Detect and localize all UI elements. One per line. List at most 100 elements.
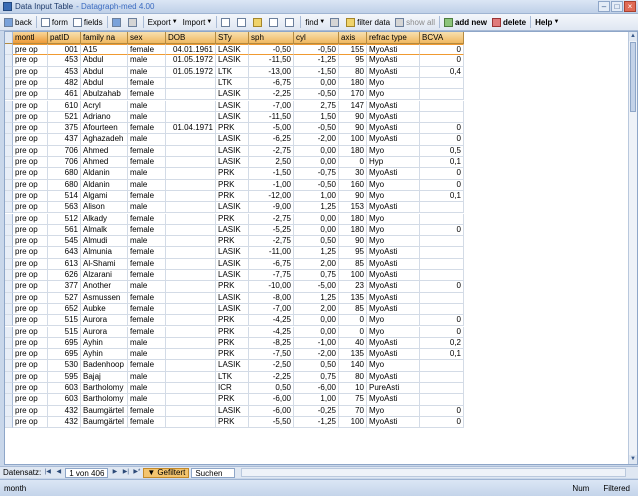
row-selector[interactable] [5,349,13,361]
table-cell[interactable]: Aubke [81,303,128,316]
table-cell[interactable]: 706 [48,157,81,169]
table-cell[interactable]: 0 [420,281,464,293]
filter-selection-button[interactable] [328,15,343,29]
table-cell[interactable]: 0,75 [294,270,339,282]
table-cell[interactable]: pre op [13,303,48,316]
table-cell[interactable]: 2,00 [294,258,339,270]
table-cell[interactable]: 0 [420,326,464,338]
table-cell[interactable]: male [128,383,166,395]
row-selector[interactable] [5,247,13,259]
record-position[interactable]: 1 von 406 [65,467,109,478]
table-cell[interactable]: 0,50 [294,360,339,372]
table-cell[interactable]: Myo [367,326,420,338]
table-cell[interactable] [166,258,216,270]
table-cell[interactable]: female [128,77,166,90]
table-cell[interactable]: 100 [339,416,367,429]
table-cell[interactable]: 603 [48,383,81,395]
table-cell[interactable]: -6,75 [249,258,294,270]
row-selector[interactable] [5,134,13,146]
column-header[interactable]: sph [249,32,294,44]
table-cell[interactable]: Myo [367,315,420,327]
table-cell[interactable]: -2,75 [249,236,294,248]
save-button[interactable] [110,15,125,29]
table-cell[interactable]: pre op [13,270,48,282]
table-cell[interactable] [166,337,216,350]
filter-status-button[interactable]: ▼ Gefiltert [143,467,190,478]
table-cell[interactable]: Almalk [81,224,128,237]
select-all-corner[interactable] [5,32,13,44]
add-new-button[interactable]: add new [442,15,489,29]
column-header[interactable]: axis [339,32,367,44]
table-cell[interactable] [166,202,216,214]
import-menu[interactable]: Import ▼ [181,15,215,29]
close-button[interactable]: × [624,1,636,12]
table-cell[interactable]: 160 [339,179,367,191]
column-header[interactable]: patID [48,32,81,44]
table-cell[interactable]: Aghazadeh [81,134,128,146]
table-cell[interactable]: female [128,145,166,157]
table-cell[interactable]: 0,50 [249,383,294,395]
table-cell[interactable]: -12,00 [249,190,294,203]
table-cell[interactable]: 0,00 [294,224,339,237]
table-cell[interactable] [166,190,216,203]
table-cell[interactable]: Adriano [81,111,128,124]
table-cell[interactable]: Al-Shami [81,258,128,270]
table-cell[interactable]: -0,25 [294,405,339,417]
table-cell[interactable]: 1,25 [294,202,339,214]
table-cell[interactable]: -1,25 [294,55,339,67]
new-record-icon[interactable]: ▶* [132,468,141,477]
row-selector[interactable] [5,100,13,112]
table-cell[interactable]: pre op [13,394,48,406]
table-cell[interactable]: 2,50 [249,157,294,169]
table-cell[interactable]: 0,1 [420,157,464,169]
row-selector[interactable] [5,360,13,372]
table-cell[interactable]: 01.05.1972 [166,55,216,67]
table-cell[interactable]: 0 [420,405,464,417]
table-cell[interactable]: pre op [13,145,48,157]
table-cell[interactable] [420,236,464,248]
table-cell[interactable]: pre op [13,247,48,259]
table-cell[interactable]: 0 [339,315,367,327]
table-cell[interactable]: female [128,123,166,135]
table-cell[interactable]: pre op [13,258,48,270]
table-cell[interactable]: Aldanin [81,179,128,191]
row-selector[interactable] [5,168,13,180]
table-cell[interactable]: Myo [367,190,420,203]
table-cell[interactable] [166,349,216,361]
table-cell[interactable]: Aurora [81,315,128,327]
row-selector[interactable] [5,416,13,429]
table-cell[interactable]: 1,25 [294,247,339,259]
table-cell[interactable]: 95 [339,247,367,259]
row-selector[interactable] [5,371,13,383]
table-cell[interactable]: 85 [339,303,367,316]
column-header[interactable]: family na [81,32,128,44]
next-record-icon[interactable]: ▶ [110,468,119,477]
table-cell[interactable]: 90 [339,190,367,203]
row-selector[interactable] [5,405,13,417]
table-cell[interactable] [166,303,216,316]
table-cell[interactable] [420,111,464,124]
table-cell[interactable]: pre op [13,224,48,237]
table-cell[interactable]: PRK [216,394,249,406]
table-cell[interactable]: -0,50 [249,44,294,56]
row-selector[interactable] [5,224,13,237]
table-cell[interactable] [420,360,464,372]
table-cell[interactable]: 180 [339,224,367,237]
table-cell[interactable]: MyoAsti [367,111,420,124]
table-cell[interactable]: 100 [339,270,367,282]
table-cell[interactable]: 527 [48,292,81,304]
table-cell[interactable]: 515 [48,326,81,338]
table-cell[interactable] [166,383,216,395]
table-cell[interactable]: 75 [339,394,367,406]
table-cell[interactable]: PRK [216,416,249,429]
table-cell[interactable]: female [128,360,166,372]
table-cell[interactable]: 0 [420,134,464,146]
table-cell[interactable]: LASIK [216,224,249,237]
table-cell[interactable] [166,157,216,169]
cut-button[interactable] [219,15,234,29]
scroll-thumb[interactable] [630,42,636,112]
table-cell[interactable]: 180 [339,77,367,90]
table-cell[interactable]: pre op [13,213,48,225]
table-cell[interactable]: 2,75 [294,100,339,112]
table-cell[interactable]: 100 [339,134,367,146]
